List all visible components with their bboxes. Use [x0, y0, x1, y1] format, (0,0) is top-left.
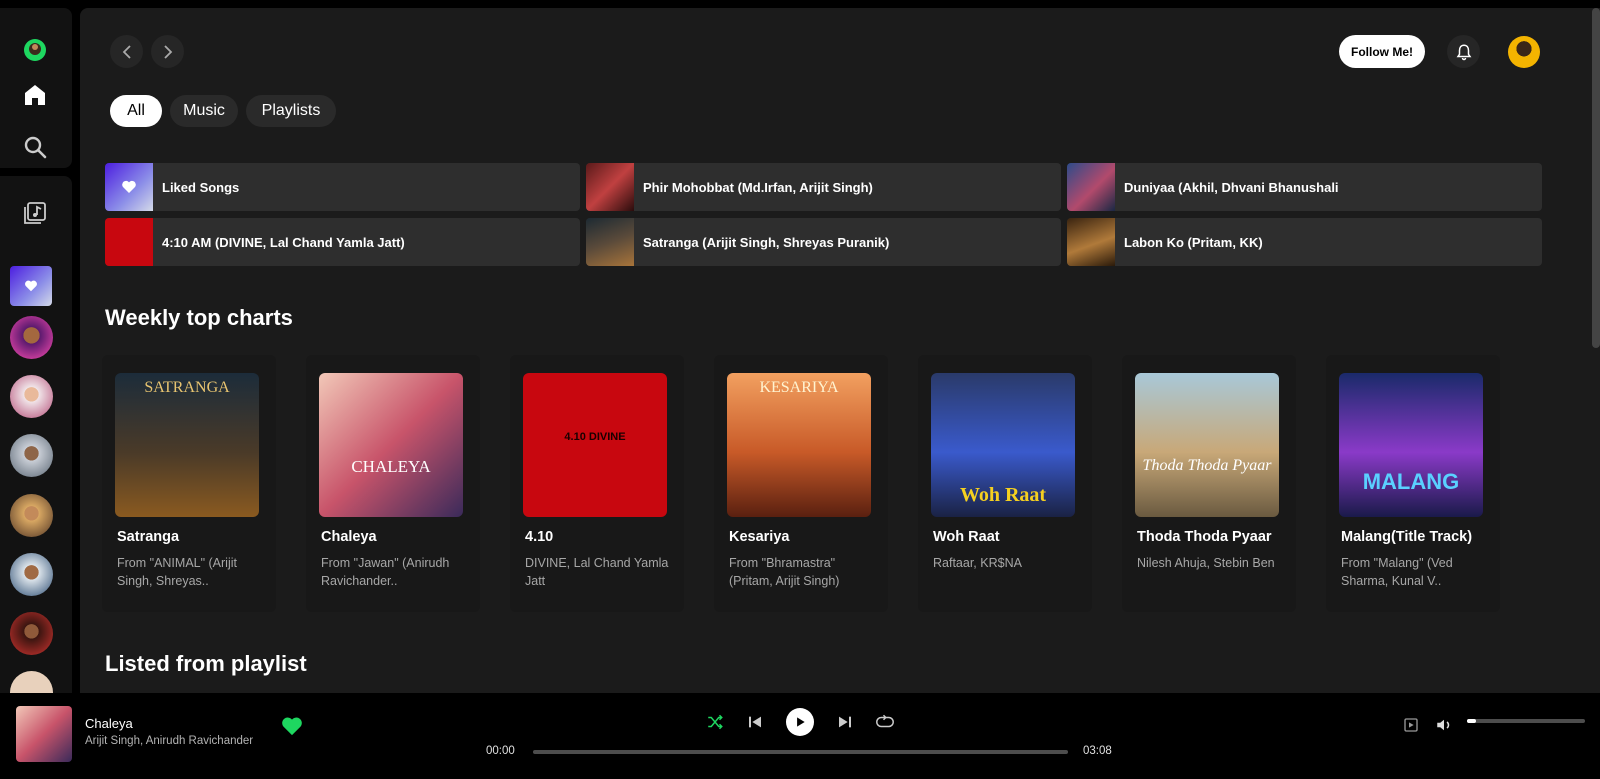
- card-subtitle: Raftaar, KR$NA: [933, 556, 1022, 570]
- card-title: Woh Raat: [933, 529, 1000, 545]
- chart-card[interactable]: KESARIYA Kesariya From "Bhramastra" (Pri…: [714, 355, 888, 612]
- weekly-section-title: Weekly top charts: [105, 305, 293, 330]
- quick-pick-title: 4:10 AM (DIVINE, Lal Chand Yamla Jatt): [162, 234, 405, 250]
- album-art: KESARIYA: [727, 373, 871, 517]
- logo-icon[interactable]: [22, 37, 48, 63]
- volume-slider[interactable]: [1467, 719, 1585, 723]
- bell-icon[interactable]: [1447, 35, 1480, 68]
- library-icon[interactable]: [22, 200, 48, 226]
- card-title: Thoda Thoda Pyaar: [1137, 529, 1272, 545]
- album-art-label: 4.10 DIVINE: [564, 431, 626, 443]
- card-title: Chaleya: [321, 529, 377, 545]
- volume-icon[interactable]: [1429, 710, 1459, 740]
- volume-slider-fill: [1467, 719, 1477, 723]
- album-thumb: [105, 218, 153, 266]
- duration: 03:08: [1083, 745, 1112, 757]
- previous-icon[interactable]: [740, 707, 770, 737]
- quick-pick-title: Phir Mohobbat (Md.Irfan, Arijit Singh): [643, 179, 873, 195]
- card-title: Kesariya: [729, 529, 790, 545]
- card-subtitle: From "Malang" (Ved Sharma, Kunal V..: [1341, 556, 1453, 588]
- quick-pick-title: Satranga (Arijit Singh, Shreyas Puranik): [643, 234, 890, 250]
- card-subtitle: From "Bhramastra" (Pritam, Arijit Singh): [729, 556, 840, 588]
- back-button[interactable]: [110, 35, 143, 68]
- quick-pick-item[interactable]: Satranga (Arijit Singh, Shreyas Puranik): [586, 218, 1061, 266]
- album-thumb: [586, 218, 634, 266]
- current-time: 00:00: [486, 745, 515, 757]
- filter-chip-music[interactable]: Music: [170, 95, 238, 127]
- now-playing-artist[interactable]: Arijit Singh, Anirudh Ravichander: [85, 735, 253, 747]
- chart-card[interactable]: 4.10 DIVINE 4.10 DIVINE, Lal Chand Yamla…: [510, 355, 684, 612]
- card-subtitle: DIVINE, Lal Chand Yamla Jatt: [525, 556, 669, 588]
- sidebar-artist-avatar[interactable]: [10, 494, 53, 537]
- album-art: Woh Raat: [931, 373, 1075, 517]
- album-art: 4.10 DIVINE: [523, 373, 667, 517]
- forward-button[interactable]: [151, 35, 184, 68]
- chart-card[interactable]: MALANG Malang(Title Track) From "Malang"…: [1326, 355, 1500, 612]
- card-title: 4.10: [525, 529, 554, 545]
- album-art-label: CHALEYA: [351, 457, 431, 476]
- album-thumb: [1067, 218, 1115, 266]
- player-bar: Chaleya Arijit Singh, Anirudh Ravichande…: [0, 693, 1600, 779]
- album-thumb: [586, 163, 634, 211]
- liked-songs-thumb: [105, 163, 153, 211]
- album-art-label: SATRANGA: [144, 379, 230, 396]
- heart-icon[interactable]: [281, 716, 303, 741]
- sidebar-liked-songs[interactable]: [10, 266, 52, 306]
- profile-avatar[interactable]: [1508, 36, 1540, 68]
- app-root: Follow Me! All Music Playlists Liked Son…: [0, 0, 1600, 779]
- quick-pick-title: Liked Songs: [162, 179, 240, 195]
- sidebar-artist-avatar[interactable]: [10, 375, 53, 418]
- next-icon[interactable]: [830, 707, 860, 737]
- album-art: SATRANGA: [115, 373, 259, 517]
- album-thumb: [1067, 163, 1115, 211]
- album-art-label: MALANG: [1362, 469, 1460, 494]
- chart-card[interactable]: Thoda Thoda Pyaar Thoda Thoda Pyaar Nile…: [1122, 355, 1296, 612]
- sidebar-artist-avatar[interactable]: [10, 316, 53, 359]
- search-icon[interactable]: [22, 134, 48, 160]
- album-art: Thoda Thoda Pyaar: [1135, 373, 1279, 517]
- main-panel: Follow Me! All Music Playlists Liked Son…: [80, 8, 1600, 693]
- filter-chip-all[interactable]: All: [110, 95, 162, 127]
- play-button[interactable]: [786, 708, 814, 736]
- quick-pick-item[interactable]: Phir Mohobbat (Md.Irfan, Arijit Singh): [586, 163, 1061, 211]
- now-playing-title[interactable]: Chaleya: [85, 716, 133, 731]
- sidebar-artist-avatar[interactable]: [10, 671, 53, 693]
- quick-pick-title: Labon Ko (Pritam, KK): [1124, 234, 1263, 250]
- album-art-label: Thoda Thoda Pyaar: [1142, 457, 1272, 474]
- quick-pick-title: Duniyaa (Akhil, Dhvani Bhanushali: [1124, 179, 1339, 195]
- follow-button[interactable]: Follow Me!: [1339, 35, 1425, 68]
- sidebar-library: [0, 176, 72, 693]
- album-art-label: Woh Raat: [959, 484, 1047, 506]
- repeat-icon[interactable]: [870, 707, 900, 737]
- sidebar-nav: [0, 8, 72, 168]
- chart-card[interactable]: SATRANGA Satranga From "ANIMAL" (Arijit …: [102, 355, 276, 612]
- card-subtitle: From "Jawan" (Anirudh Ravichander..: [321, 556, 450, 588]
- sidebar-artist-avatar[interactable]: [10, 612, 53, 655]
- quick-pick-item[interactable]: Labon Ko (Pritam, KK): [1067, 218, 1542, 266]
- shuffle-icon[interactable]: [700, 707, 730, 737]
- sidebar-artist-avatar[interactable]: [10, 434, 53, 477]
- main-scrollbar[interactable]: [1592, 8, 1600, 348]
- album-art: MALANG: [1339, 373, 1483, 517]
- album-art-label: KESARIYA: [759, 379, 839, 396]
- card-subtitle: Nilesh Ahuja, Stebin Ben: [1137, 556, 1275, 570]
- chart-card[interactable]: Woh Raat Woh Raat Raftaar, KR$NA: [918, 355, 1092, 612]
- listed-section-title: Listed from playlist: [105, 651, 307, 676]
- quick-pick-item[interactable]: Duniyaa (Akhil, Dhvani Bhanushali: [1067, 163, 1542, 211]
- card-title: Malang(Title Track): [1341, 529, 1473, 545]
- home-icon[interactable]: [22, 82, 48, 108]
- sidebar-artist-avatar[interactable]: [10, 553, 53, 596]
- quick-pick-item[interactable]: Liked Songs: [105, 163, 580, 211]
- quick-pick-item[interactable]: 4:10 AM (DIVINE, Lal Chand Yamla Jatt): [105, 218, 580, 266]
- filter-chip-playlists[interactable]: Playlists: [246, 95, 336, 127]
- chart-card[interactable]: CHALEYA Chaleya From "Jawan" (Anirudh Ra…: [306, 355, 480, 612]
- album-art: CHALEYA: [319, 373, 463, 517]
- card-title: Satranga: [117, 529, 180, 545]
- card-subtitle: From "ANIMAL" (Arijit Singh, Shreyas..: [117, 556, 237, 588]
- now-playing-view-icon[interactable]: [1396, 710, 1426, 740]
- now-playing-art[interactable]: [16, 706, 72, 762]
- progress-bar[interactable]: [533, 750, 1068, 754]
